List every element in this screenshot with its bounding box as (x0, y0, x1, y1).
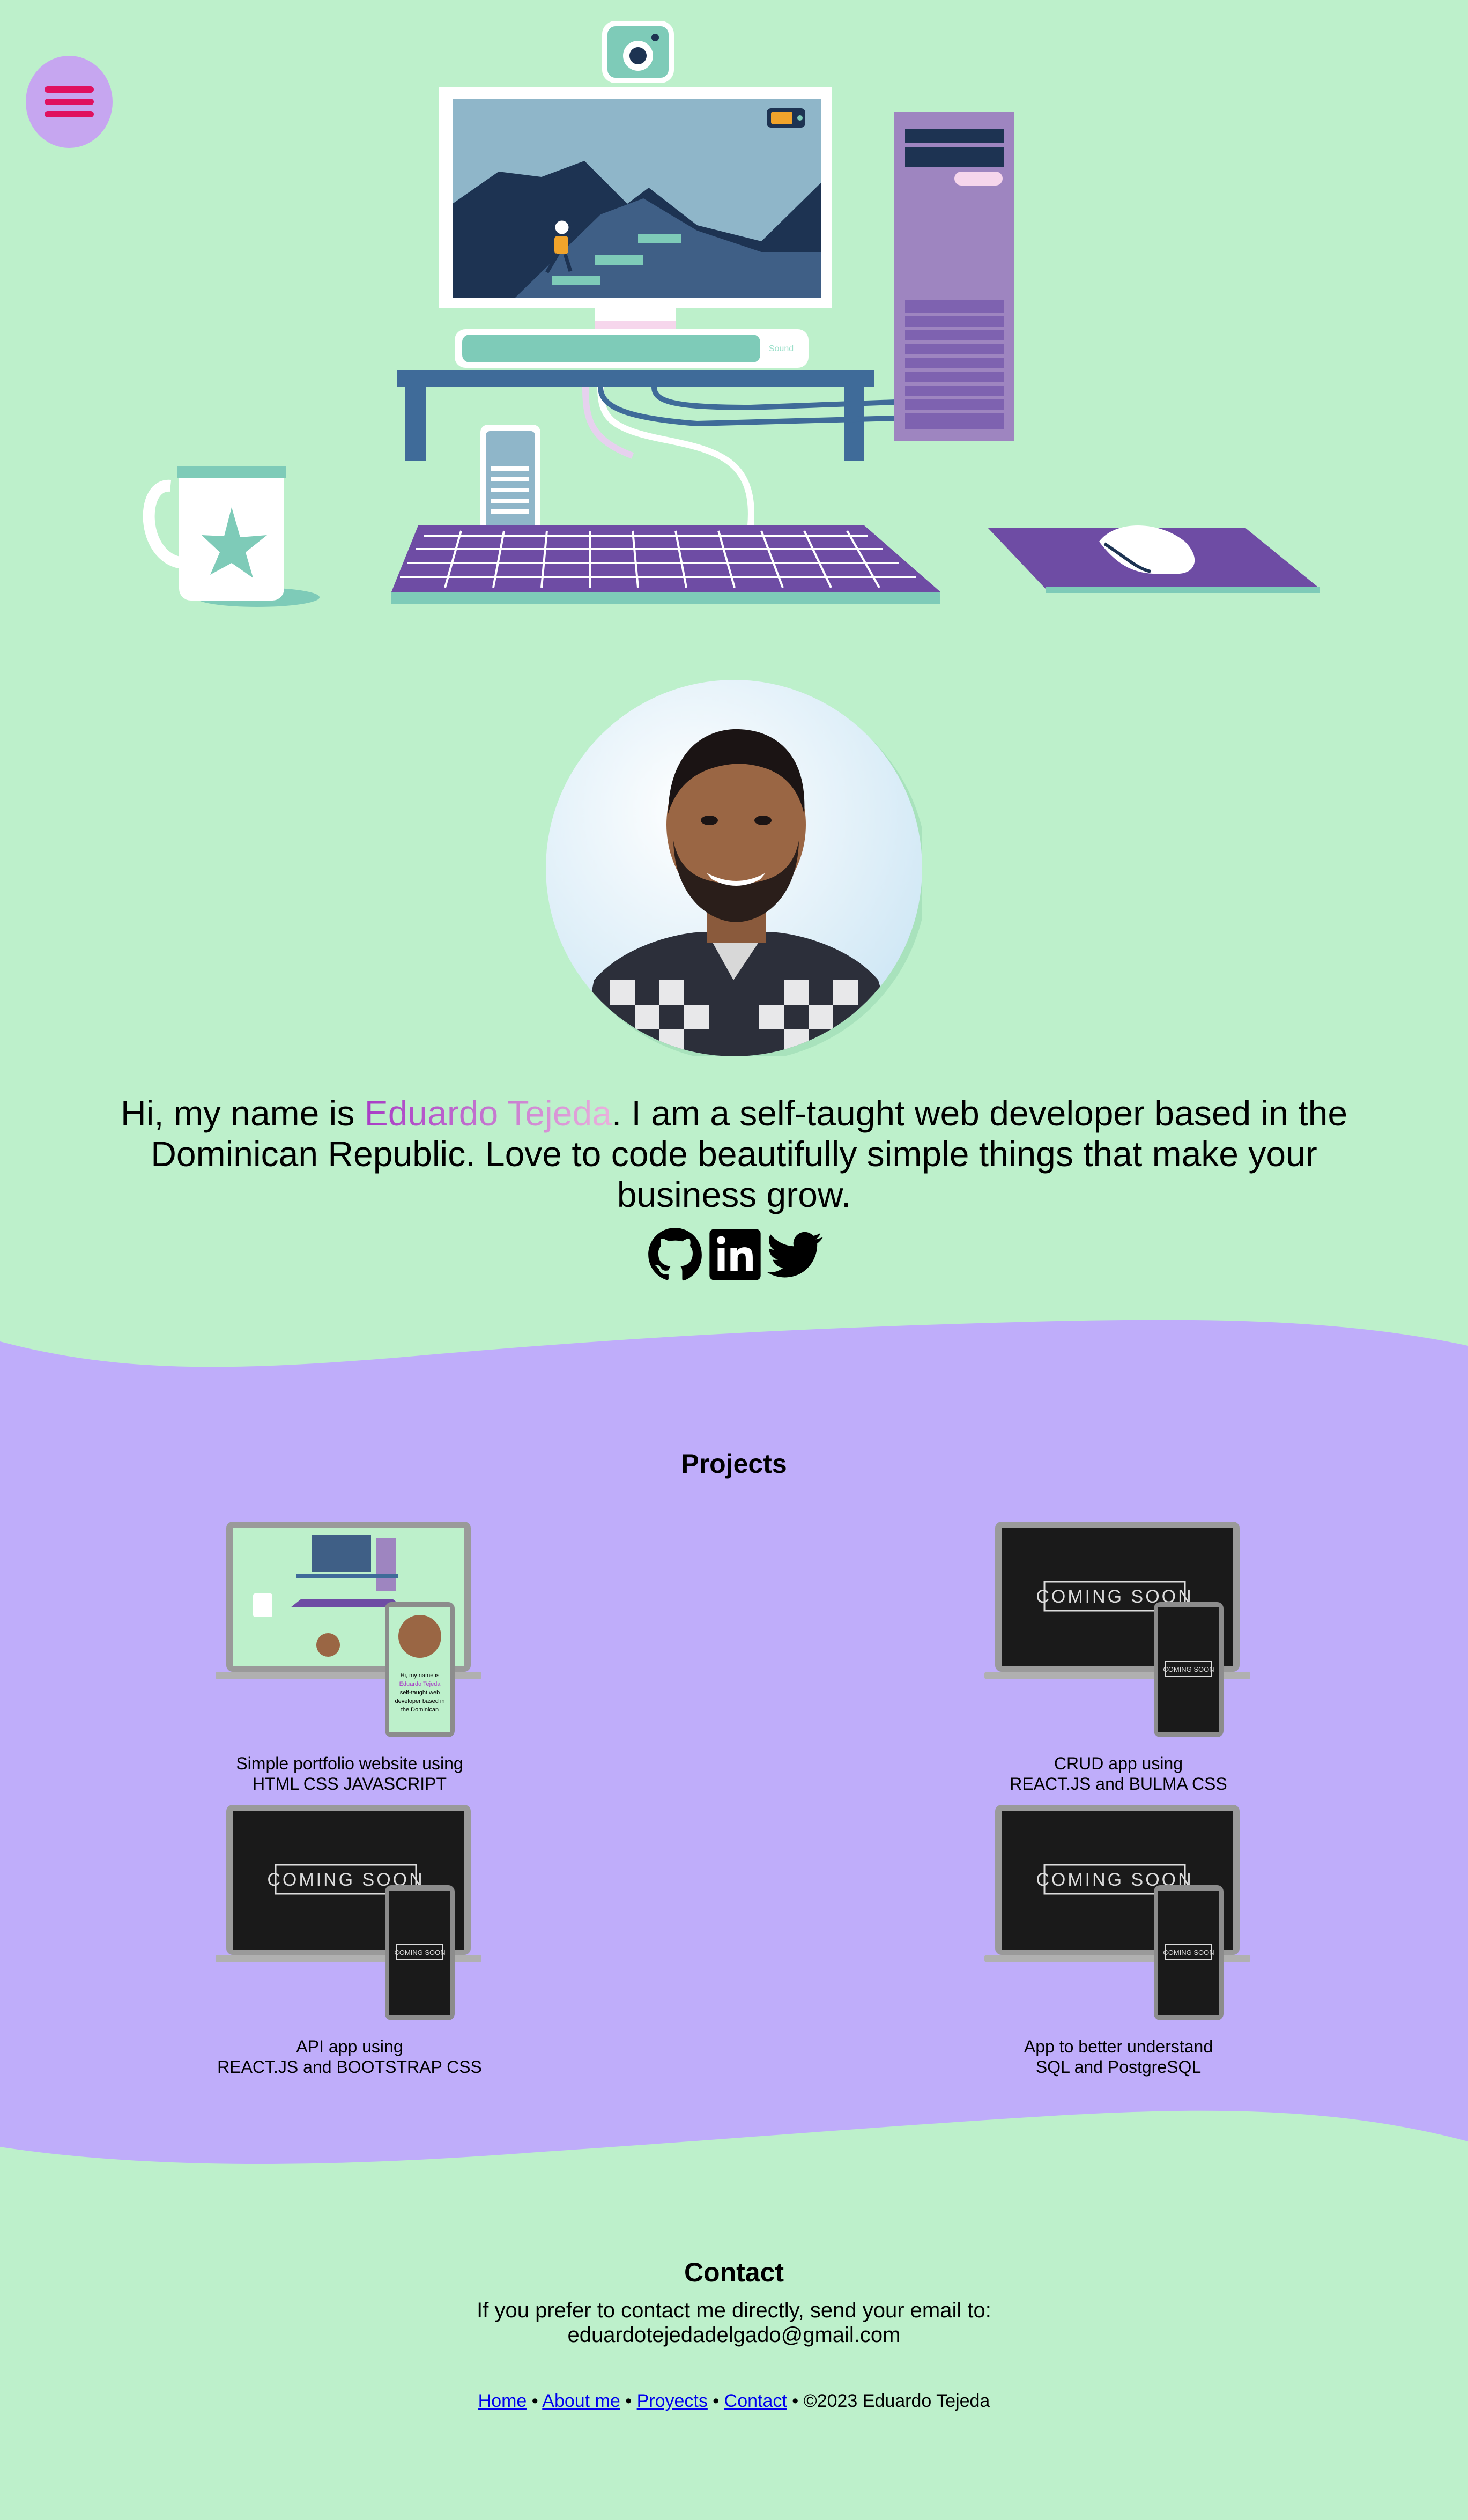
contact-instructions: If you prefer to contact me directly, se… (477, 2299, 991, 2322)
contact-email[interactable]: eduardotejedadelgado@gmail.com (0, 2323, 1468, 2347)
project-thumbnail: COMING SOON COMING SOON (984, 1522, 1250, 1737)
svg-text:COMING SOON: COMING SOON (1163, 1665, 1214, 1673)
intro-prefix: Hi, my name is (120, 1093, 365, 1133)
twitter-link[interactable] (767, 1227, 823, 1283)
projects-title: Projects (681, 1449, 787, 1479)
github-link[interactable] (647, 1227, 703, 1283)
project-caption-line1: CRUD app using (1054, 1754, 1183, 1773)
svg-text:developer based in: developer based in (395, 1698, 445, 1704)
mouse-pad (988, 525, 1320, 593)
project-card[interactable]: COMING SOON COMING SOON App to better un… (958, 1802, 1279, 2077)
svg-text:COMING SOON: COMING SOON (394, 1948, 445, 1956)
author-name: Eduardo Tejeda (364, 1093, 612, 1133)
project-caption-line2: REACT.JS and BULMA CSS (1010, 1774, 1227, 1793)
project-caption: Simple portfolio website using HTML CSS … (189, 1753, 510, 1794)
speaker-bar: Sound (455, 329, 809, 368)
monitor (439, 87, 832, 329)
project-caption: App to better understand SQL and Postgre… (958, 2036, 1279, 2077)
desk-illustration: Sound (143, 21, 1320, 607)
footer-separator: • (787, 2391, 804, 2411)
project-caption: API app using REACT.JS and BOOTSTRAP CSS (189, 2036, 510, 2077)
project-caption-line2: SQL and PostgreSQL (1035, 2057, 1202, 2077)
project-caption-line1: API app using (296, 2037, 403, 2056)
social-links (647, 1227, 824, 1286)
linkedin-link[interactable] (707, 1227, 763, 1283)
footer-link-about[interactable]: About me (542, 2391, 620, 2411)
svg-text:COMING SOON: COMING SOON (1163, 1948, 1214, 1956)
linkedin-icon (709, 1229, 761, 1280)
project-caption-line1: Simple portfolio website using (236, 1754, 463, 1773)
footer-separator: • (707, 2391, 724, 2411)
phone (480, 425, 540, 532)
footer-link-projects[interactable]: Proyects (637, 2391, 708, 2411)
project-caption: CRUD app using REACT.JS and BULMA CSS (958, 1753, 1279, 1794)
footer-link-contact[interactable]: Contact (724, 2391, 787, 2411)
copyright: ©2023 Eduardo Tejeda (803, 2391, 990, 2411)
mug-icon (143, 466, 320, 607)
webcam-icon (602, 21, 674, 83)
svg-text:Hi, my name is: Hi, my name is (401, 1672, 440, 1679)
svg-text:the Dominican: the Dominican (401, 1707, 439, 1713)
keyboard (391, 525, 940, 604)
footer-separator: • (527, 2391, 543, 2411)
avatar (546, 680, 922, 1056)
project-card[interactable]: COMING SOON COMING SOON API app using RE… (189, 1802, 510, 2077)
footer-link-home[interactable]: Home (478, 2391, 527, 2411)
project-card[interactable]: Hi, my name is Eduardo Tejeda self-taugh… (189, 1518, 510, 1794)
project-caption-line1: App to better understand (1024, 2037, 1213, 2056)
svg-text:Eduardo Tejeda: Eduardo Tejeda (399, 1681, 441, 1687)
svg-text:Sound: Sound (769, 344, 794, 353)
contact-title: Contact (684, 2257, 784, 2287)
pc-tower (894, 112, 1014, 441)
project-thumbnail: COMING SOON COMING SOON (216, 1805, 481, 2020)
footer: Home • About me • Proyects • Contact • ©… (0, 2390, 1468, 2412)
footer-separator: • (620, 2391, 637, 2411)
project-thumbnail: COMING SOON COMING SOON (984, 1805, 1250, 2020)
project-card[interactable]: COMING SOON COMING SOON CRUD app using R… (958, 1518, 1279, 1794)
github-icon (648, 1228, 702, 1281)
svg-text:self-taught web: self-taught web (400, 1689, 440, 1696)
project-caption-line2: REACT.JS and BOOTSTRAP CSS (217, 2057, 482, 2077)
project-caption-line2: HTML CSS JAVASCRIPT (252, 1774, 447, 1793)
intro-text: Hi, my name is Eduardo Tejeda. I am a se… (107, 1093, 1361, 1215)
contact-text: If you prefer to contact me directly, se… (0, 2298, 1468, 2347)
twitter-icon (767, 1232, 823, 1278)
project-thumbnail: Hi, my name is Eduardo Tejeda self-taugh… (216, 1522, 481, 1737)
